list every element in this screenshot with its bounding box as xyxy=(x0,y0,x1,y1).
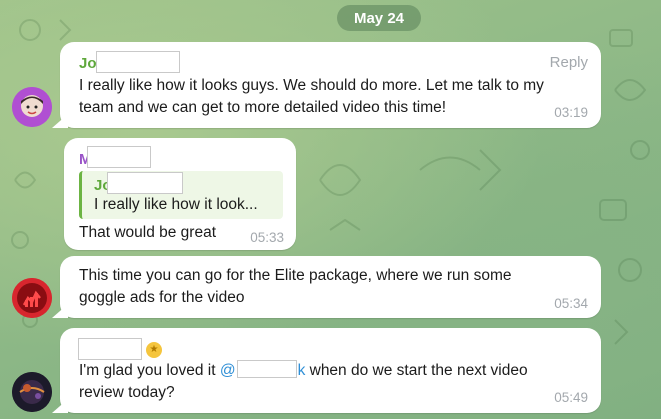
quoted-text: I really like how it look... xyxy=(94,196,258,213)
avatar[interactable] xyxy=(12,372,52,412)
reply-link[interactable]: Reply xyxy=(550,54,588,71)
avatar[interactable] xyxy=(12,87,52,127)
message-text-line: That would be great xyxy=(79,224,217,241)
sender-name[interactable]: Jo xyxy=(79,55,97,72)
mention-link[interactable]: @ k xyxy=(219,360,305,379)
bubble-tail xyxy=(52,399,68,413)
message-bubble[interactable]: M Jo I really like how it look... That w… xyxy=(64,138,296,250)
message-text-line: I'm glad you loved it @ k when do we star… xyxy=(79,360,528,382)
redacted-name xyxy=(78,338,142,360)
star-emoji-icon: ★ xyxy=(146,342,162,358)
message-text-line: team and we can get to more detailed vid… xyxy=(79,99,447,116)
quoted-reply[interactable]: Jo I really like how it look... xyxy=(79,171,283,219)
avatar-red-logo-icon xyxy=(12,278,52,318)
timestamp: 05:34 xyxy=(554,296,588,311)
message-text-segment: I'm glad you loved it xyxy=(79,362,220,379)
message-bubble[interactable]: Jo Reply I really like how it looks guys… xyxy=(52,42,601,128)
message-text-line: goggle ads for the video xyxy=(79,289,245,306)
message-text-line: review today? xyxy=(79,384,175,401)
timestamp: 05:33 xyxy=(250,230,284,245)
bubble-tail xyxy=(52,304,68,318)
mention-at: @ xyxy=(219,362,236,379)
message-text-line: I really like how it looks guys. We shou… xyxy=(79,77,544,94)
redacted-name xyxy=(96,51,180,73)
avatar-dark-planet-icon xyxy=(12,372,52,412)
date-separator: May 24 xyxy=(337,5,421,31)
timestamp: 03:19 xyxy=(554,105,588,120)
redacted-mention xyxy=(236,360,297,378)
message-text-line: This time you can go for the Elite packa… xyxy=(79,267,512,284)
avatar[interactable] xyxy=(12,278,52,318)
message-text-segment: when do we start the next video xyxy=(305,362,528,379)
avatar-purple-character-icon xyxy=(12,87,52,127)
timestamp: 05:49 xyxy=(554,390,588,405)
message-bubble[interactable]: This time you can go for the Elite packa… xyxy=(52,256,601,318)
redacted-name xyxy=(107,172,183,194)
bubble-tail xyxy=(52,114,68,128)
message-bubble[interactable]: ★ I'm glad you loved it @ k when do we st… xyxy=(52,328,601,413)
redacted-name xyxy=(87,146,151,168)
